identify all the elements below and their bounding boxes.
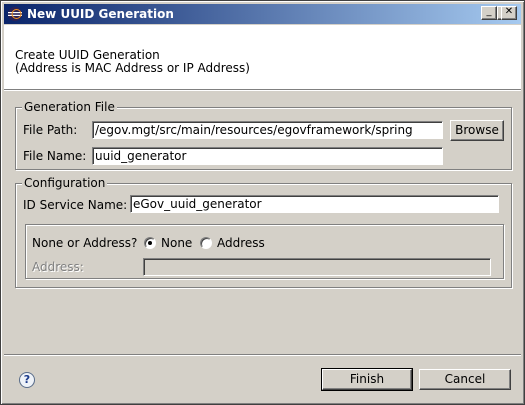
configuration-group: Configuration ID Service Name: eGov_uuid… [15,176,512,288]
generation-file-group: Generation File File Path: /egov.mgt/src… [15,100,512,170]
eclipse-icon [8,7,22,21]
header-description: Create UUID Generation (Address is MAC A… [15,49,250,75]
header-separator [4,89,521,91]
address-label: Address: [32,260,84,274]
wizard-header: Create UUID Generation (Address is MAC A… [4,25,521,89]
close-button[interactable]: ✕ [501,6,517,20]
header-line-2: (Address is MAC Address or IP Address) [15,61,250,75]
window-title: New UUID Generation [27,7,174,21]
radio-selected-dot [148,241,152,245]
none-or-address-label: None or Address? [32,236,138,250]
address-radio-label[interactable]: Address [217,236,265,250]
address-input[interactable] [143,258,491,276]
cancel-button[interactable]: Cancel [419,369,511,390]
generation-file-group-label: Generation File [22,100,117,114]
file-path-label: File Path: [23,123,78,137]
configuration-group-label: Configuration [22,176,108,190]
file-name-label: File Name: [23,149,87,163]
none-radio-label[interactable]: None [161,236,192,250]
dialog-window: New UUID Generation _ □ ✕ Create UUID Ge… [0,0,525,405]
minimize-button[interactable]: _ [481,6,497,20]
address-radio[interactable] [200,237,212,249]
title-bar[interactable]: New UUID Generation _ □ [4,4,521,24]
browse-button[interactable]: Browse [450,120,504,141]
file-path-input[interactable]: /egov.mgt/src/main/resources/egovframewo… [92,121,443,139]
none-radio[interactable] [144,237,156,249]
finish-button[interactable]: Finish [321,368,413,391]
id-service-name-input[interactable]: eGov_uuid_generator [130,195,499,213]
file-name-input[interactable]: uuid_generator [92,147,443,165]
help-icon[interactable]: ? [19,372,35,388]
address-subgroup: None or Address? None Address Address: [25,224,504,279]
footer-separator [4,354,521,356]
id-service-name-label: ID Service Name: [23,198,128,212]
